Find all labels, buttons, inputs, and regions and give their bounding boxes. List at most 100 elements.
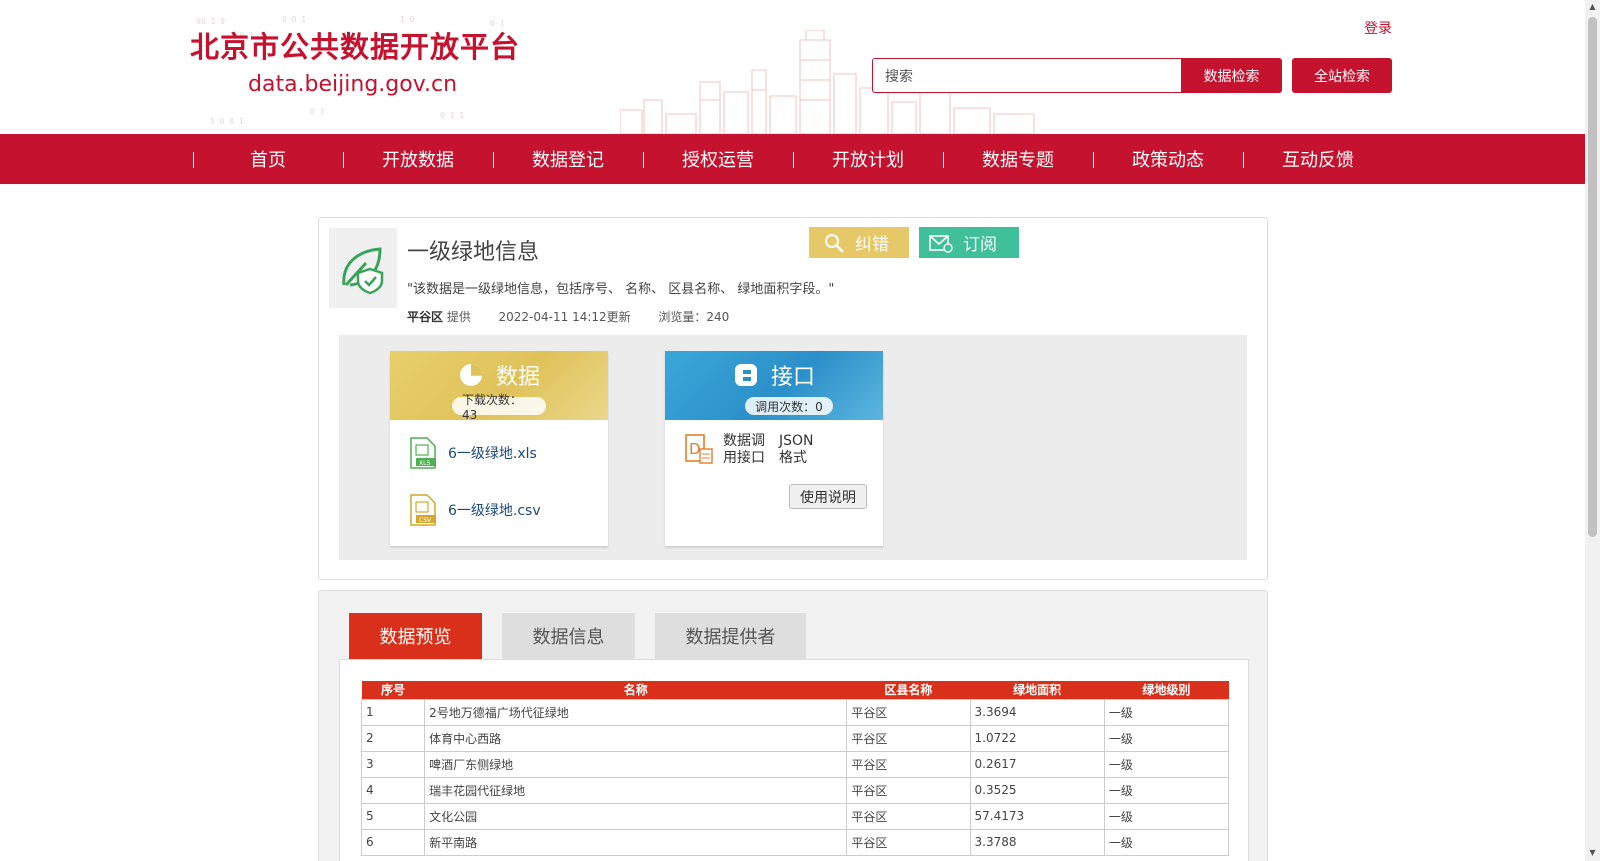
api-item: D 数据调用接口 JSON格式 xyxy=(683,433,819,467)
table-cell: 啤酒厂东侧绿地 xyxy=(424,750,848,778)
dataset-provider: 平谷区 xyxy=(407,310,444,324)
dataset-category-icon xyxy=(329,228,397,308)
nav-home[interactable]: 首页 xyxy=(193,134,343,184)
preview-table: 序号 名称 区县名称 绿地面积 绿地级别 1 2号地万德福广场代征绿地 平谷区 3.3… xyxy=(360,681,1230,856)
resources-panel: 数据 下载次数：43 XLS 6一级绿地.xls CSV 6一级绿地.csv 接… xyxy=(339,335,1247,560)
table-row: 5 文化公园 平谷区 57.4173 一级 xyxy=(360,802,1230,830)
site-title: 北京市公共数据开放平台 xyxy=(190,30,521,64)
table-cell: 一级 xyxy=(1103,750,1230,778)
data-resource-card: 数据 下载次数：43 XLS 6一级绿地.xls CSV 6一级绿地.csv xyxy=(390,351,608,546)
download-count: 下载次数：43 xyxy=(452,393,546,422)
file-name[interactable]: 6一级绿地.csv xyxy=(448,500,541,520)
column-header: 绿地面积 xyxy=(970,681,1105,699)
nav-open-plan[interactable]: 开放计划 xyxy=(793,134,943,184)
table-cell: 一级 xyxy=(1103,724,1230,752)
dataset-meta: 平谷区 提供 2022-04-11 14:12更新 浏览量：240 xyxy=(407,308,729,325)
table-cell: 1.0722 xyxy=(969,724,1105,752)
table-cell: 平谷区 xyxy=(846,828,971,856)
table-cell: 体育中心西路 xyxy=(424,724,848,752)
table-cell: 文化公园 xyxy=(424,802,848,830)
page-scrollbar[interactable]: ▲ ▼ xyxy=(1585,0,1600,861)
search-input[interactable] xyxy=(872,58,1182,93)
column-header: 序号 xyxy=(361,681,425,699)
xls-badge: XLS xyxy=(419,460,430,467)
nav-authorized-operation[interactable]: 授权运营 xyxy=(643,134,793,184)
table-cell: 平谷区 xyxy=(846,750,971,778)
column-header: 绿地级别 xyxy=(1104,681,1229,699)
nav-data-registration[interactable]: 数据登记 xyxy=(493,134,643,184)
table-cell: 0.2617 xyxy=(969,750,1105,778)
table-cell: 3.3788 xyxy=(969,828,1105,856)
data-search-button[interactable]: 数据检索 xyxy=(1181,58,1282,93)
table-cell: 一级 xyxy=(1103,828,1230,856)
column-header: 名称 xyxy=(424,681,847,699)
nav-data-topics[interactable]: 数据专题 xyxy=(943,134,1093,184)
table-row: 4 瑞丰花园代征绿地 平谷区 0.3525 一级 xyxy=(360,776,1230,804)
subscribe-button[interactable]: 订阅 xyxy=(919,227,1019,258)
table-cell: 瑞丰花园代征绿地 xyxy=(424,776,848,804)
dataset-views: 浏览量：240 xyxy=(658,310,730,324)
table-row: 2 体育中心西路 平谷区 1.0722 一级 xyxy=(360,724,1230,752)
main-nav: 首页 开放数据 数据登记 授权运营 开放计划 数据专题 政策动态 互动反馈 xyxy=(0,134,1585,184)
table-cell: 57.4173 xyxy=(969,802,1105,830)
table-cell: 平谷区 xyxy=(846,698,971,726)
api-document-icon: D xyxy=(685,434,713,464)
mail-icon xyxy=(929,234,953,253)
leaf-shield-icon xyxy=(342,247,384,295)
table-row: 6 新平南路 平谷区 3.3788 一级 xyxy=(360,828,1230,856)
site-logo[interactable]: 00 1 01 0 10 0 1 0 11 0 0 11 0 0 1 10 1 … xyxy=(190,14,530,129)
table-cell: 3 xyxy=(360,750,426,778)
nav-open-data[interactable]: 开放数据 xyxy=(343,134,493,184)
csv-badge: CSV xyxy=(419,517,432,524)
table-cell: 3.3694 xyxy=(969,698,1105,726)
svg-text:0 1: 0 1 xyxy=(310,107,325,116)
login-link[interactable]: 登录 xyxy=(1364,18,1392,38)
table-cell: 6 xyxy=(360,828,426,856)
api-format: JSON格式 xyxy=(779,433,814,466)
tab-data-preview[interactable]: 数据预览 xyxy=(349,613,482,659)
svg-text:1 0 0 1: 1 0 0 1 xyxy=(210,117,244,126)
api-icon xyxy=(734,364,757,386)
scroll-down-arrow-icon[interactable]: ▼ xyxy=(1588,848,1597,858)
api-resource-title: 接口 xyxy=(770,365,815,390)
call-count: 调用次数：0 xyxy=(745,397,833,415)
preview-table-container: 序号 名称 区县名称 绿地面积 绿地级别 1 2号地万德福广场代征绿地 平谷区 3.3… xyxy=(339,659,1249,861)
nav-feedback[interactable]: 互动反馈 xyxy=(1243,134,1393,184)
table-cell: 0.3525 xyxy=(969,776,1105,804)
table-cell: 4 xyxy=(360,776,426,804)
table-row: 1 2号地万德福广场代征绿地 平谷区 3.3694 一级 xyxy=(360,698,1230,726)
file-link-xls[interactable]: XLS 6一级绿地.xls xyxy=(408,437,537,469)
usage-guide-button[interactable]: 使用说明 xyxy=(789,484,867,509)
site-search-button[interactable]: 全站检索 xyxy=(1292,58,1392,93)
nav-policy-news[interactable]: 政策动态 xyxy=(1093,134,1243,184)
data-resource-header: 数据 下载次数：43 xyxy=(390,351,608,422)
xls-file-icon: XLS xyxy=(410,437,436,469)
correct-button[interactable]: 纠错 xyxy=(809,227,909,258)
table-cell: 5 xyxy=(360,802,426,830)
provider-suffix: 提供 xyxy=(446,310,471,324)
tab-data-info[interactable]: 数据信息 xyxy=(502,613,635,659)
table-cell: 1 xyxy=(360,698,426,726)
api-name[interactable]: 数据调用接口 xyxy=(723,433,771,467)
svg-text:0 0 1: 0 0 1 xyxy=(282,15,306,24)
file-name[interactable]: 6一级绿地.xls xyxy=(448,443,537,463)
table-cell: 2号地万德福广场代征绿地 xyxy=(424,698,848,726)
dataset-info-card: 一级绿地信息 "该数据是一级绿地信息，包括序号、 名称、 区县名称、 绿地面积字… xyxy=(318,217,1268,580)
api-resource-header: 接口 调用次数：0 xyxy=(665,351,883,420)
file-link-csv[interactable]: CSV 6一级绿地.csv xyxy=(408,494,541,526)
table-cell: 一级 xyxy=(1103,698,1230,726)
tab-data-provider[interactable]: 数据提供者 xyxy=(655,613,806,659)
scroll-up-arrow-icon[interactable]: ▲ xyxy=(1588,2,1597,12)
csv-file-icon: CSV xyxy=(410,494,436,526)
magnifier-icon xyxy=(825,233,844,253)
dataset-description: "该数据是一级绿地信息，包括序号、 名称、 区县名称、 绿地面积字段。" xyxy=(407,282,835,297)
subscribe-label: 订阅 xyxy=(963,235,997,255)
api-resource-card: 接口 调用次数：0 D 数据调用接口 JSON格式 使用说明 xyxy=(665,351,883,546)
dataset-updated: 2022-04-11 14:12更新 xyxy=(498,310,631,324)
table-header-row: 序号 名称 区县名称 绿地面积 绿地级别 xyxy=(361,681,1229,699)
scroll-thumb[interactable] xyxy=(1588,17,1597,537)
site-url: data.beijing.gov.cn xyxy=(248,72,458,97)
table-body: 1 2号地万德福广场代征绿地 平谷区 3.3694 一级 2 体育中心西路 平谷区 1.0722… xyxy=(360,698,1230,856)
site-header: 00 1 01 0 10 0 1 0 11 0 0 11 0 0 1 10 1 … xyxy=(0,0,1585,134)
table-cell: 平谷区 xyxy=(846,776,971,804)
